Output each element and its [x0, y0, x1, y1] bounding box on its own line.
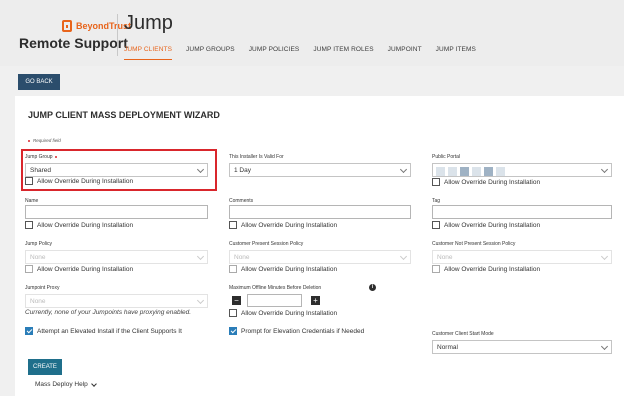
brand-logo-text: BeyondTrust [76, 21, 132, 31]
valid-for-label: This Installer Is Valid For [229, 154, 284, 160]
checkbox-box[interactable] [229, 221, 237, 229]
jumpoint-proxy-label: Jumpoint Proxy [25, 285, 60, 291]
name-override-checkbox[interactable]: Allow Override During Installation [25, 221, 133, 229]
public-portal-value [436, 167, 508, 176]
product-name: Remote Support [19, 35, 128, 51]
start-mode-value: Normal [437, 343, 458, 351]
not-present-policy-value: None [437, 253, 453, 261]
chevron-down-icon [399, 165, 408, 174]
increment-button[interactable]: + [311, 296, 320, 305]
tab-jump-item-roles[interactable]: JUMP ITEM ROLES [313, 46, 373, 60]
create-button[interactable]: CREATE [28, 359, 62, 375]
tag-label: Tag [432, 198, 441, 204]
beyondtrust-logo-icon [62, 20, 72, 32]
checkbox-label: Attempt an Elevated Install if the Clien… [37, 327, 182, 335]
checkbox-box[interactable] [25, 221, 33, 229]
tab-jump-items[interactable]: JUMP ITEMS [436, 46, 476, 60]
wizard-title: JUMP CLIENT MASS DEPLOYMENT WIZARD [28, 110, 220, 120]
info-icon[interactable]: i [369, 284, 376, 291]
checkbox-box[interactable] [229, 265, 237, 273]
required-dot-icon [28, 139, 30, 142]
chevron-down-icon [399, 252, 408, 261]
tab-jumpoint[interactable]: JUMPOINT [388, 46, 422, 60]
jump-policy-override-checkbox[interactable]: Allow Override During Installation [25, 265, 133, 273]
checkbox-label: Allow Override During Installation [37, 265, 134, 273]
checkbox-box[interactable] [25, 265, 33, 273]
comments-input[interactable] [229, 205, 411, 219]
required-field-note: Required field [28, 138, 61, 143]
jumpoint-proxy-select[interactable]: None [25, 294, 208, 308]
help-label: Mass Deploy Help [35, 381, 88, 388]
go-back-button[interactable]: GO BACK [18, 74, 60, 90]
jump-policy-label: Jump Policy [25, 241, 52, 247]
not-present-policy-override-checkbox[interactable]: Allow Override During Installation [432, 265, 540, 273]
tab-bar: JUMP CLIENTS JUMP GROUPS JUMP POLICIES J… [124, 46, 490, 60]
comments-label: Comments [229, 198, 254, 204]
jumpoint-proxy-value: None [30, 297, 46, 305]
tab-jump-clients[interactable]: JUMP CLIENTS [124, 46, 173, 60]
max-offline-label: Maximum Offline Minutes Before Deletion [229, 285, 321, 291]
start-mode-label: Customer Client Start Mode [432, 331, 494, 337]
present-policy-select[interactable]: None [229, 250, 411, 264]
checkbox-box[interactable] [432, 221, 440, 229]
present-policy-override-checkbox[interactable]: Allow Override During Installation [229, 265, 337, 273]
tag-override-checkbox[interactable]: Allow Override During Installation [432, 221, 540, 229]
tag-input[interactable] [432, 205, 612, 219]
jump-policy-select[interactable]: None [25, 250, 208, 264]
tab-jump-groups[interactable]: JUMP GROUPS [186, 46, 235, 60]
public-portal-label: Public Portal [432, 154, 461, 160]
decrement-button[interactable]: − [232, 296, 241, 305]
checkbox-box[interactable] [432, 178, 440, 186]
comments-override-checkbox[interactable]: Allow Override During Installation [229, 221, 337, 229]
chevron-down-icon [600, 252, 609, 261]
jump-policy-value: None [30, 253, 46, 261]
jump-group-highlight [21, 149, 217, 191]
tab-jump-policies[interactable]: JUMP POLICIES [249, 46, 300, 60]
checkbox-label: Allow Override During Installation [241, 221, 338, 229]
checkbox-label: Allow Override During Installation [444, 221, 541, 229]
header-bar: BeyondTrust Remote Support Jump JUMP CLI… [0, 0, 624, 66]
checkbox-label: Allow Override During Installation [241, 265, 338, 273]
mass-deploy-help-toggle[interactable]: Mass Deploy Help [35, 380, 97, 388]
name-label: Name [25, 198, 39, 204]
name-input[interactable] [25, 205, 208, 219]
present-policy-label: Customer Present Session Policy [229, 241, 304, 247]
prompt-elevation-checkbox[interactable]: Prompt for Elevation Credentials if Need… [229, 327, 364, 335]
checkbox-box[interactable] [432, 265, 440, 273]
elevated-install-checkbox[interactable]: Attempt an Elevated Install if the Clien… [25, 327, 182, 335]
checkbox-checked-icon[interactable] [25, 327, 33, 335]
valid-for-select[interactable]: 1 Day [229, 163, 411, 177]
required-field-text: Required field [33, 138, 61, 143]
chevron-down-icon [90, 380, 97, 387]
not-present-policy-select[interactable]: None [432, 250, 612, 264]
max-offline-input[interactable] [247, 294, 302, 307]
header-divider [117, 14, 118, 56]
checkbox-box[interactable] [229, 309, 237, 317]
max-offline-override-checkbox[interactable]: Allow Override During Installation [229, 309, 337, 317]
checkbox-label: Allow Override During Installation [37, 221, 134, 229]
checkbox-label: Allow Override During Installation [444, 178, 541, 186]
chevron-down-icon [196, 252, 205, 261]
chevron-down-icon [600, 165, 609, 174]
checkbox-label: Prompt for Elevation Credentials if Need… [241, 327, 365, 335]
checkbox-label: Allow Override During Installation [241, 309, 338, 317]
start-mode-select[interactable]: Normal [432, 340, 612, 354]
not-present-policy-label: Customer Not Present Session Policy [432, 241, 516, 247]
present-policy-value: None [234, 253, 250, 261]
checkbox-label: Allow Override During Installation [444, 265, 541, 273]
chevron-down-icon [600, 342, 609, 351]
public-portal-override-checkbox[interactable]: Allow Override During Installation [432, 178, 540, 186]
brand-logo[interactable]: BeyondTrust [62, 20, 131, 32]
max-offline-label-text: Maximum Offline Minutes Before Deletion [229, 285, 322, 291]
jumpoint-proxy-note: Currently, none of your Jumpoints have p… [25, 309, 192, 316]
chevron-down-icon [196, 296, 205, 305]
page-title: Jump [124, 12, 173, 34]
checkbox-checked-icon[interactable] [229, 327, 237, 335]
valid-for-value: 1 Day [234, 166, 251, 174]
